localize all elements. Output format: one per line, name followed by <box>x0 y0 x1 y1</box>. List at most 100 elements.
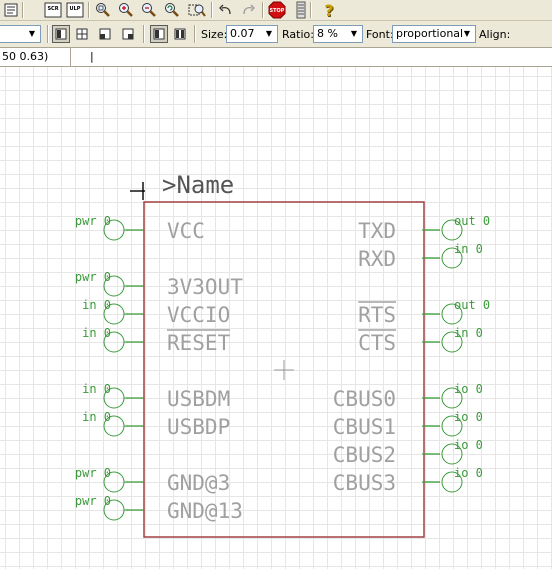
chevron-down-icon: ▼ <box>350 29 358 38</box>
pin-name-label: GND@13 <box>167 499 243 523</box>
pin-direction-label: pwr 0 <box>75 270 111 284</box>
wire-style-button-3[interactable] <box>96 25 114 43</box>
pin-name-label: CBUS1 <box>333 415 396 439</box>
stop-icon[interactable]: STOP <box>268 1 286 19</box>
pin-name-label: RESET <box>167 331 231 355</box>
pin-direction-label: pwr 0 <box>75 494 111 508</box>
drawing-canvas[interactable]: >Name pwr 0 VCC pwr 0 3V3OUT in 0 VCCIO in 0 RE… <box>0 67 552 569</box>
name-origin-marker <box>130 182 145 200</box>
pin-name-label: CBUS3 <box>333 471 396 495</box>
pin-direction-label: io 0 <box>454 382 483 396</box>
pin-vcc[interactable]: pwr 0 VCC <box>75 214 205 243</box>
zoom-in-icon[interactable] <box>117 1 135 19</box>
zoom-fit-icon[interactable] <box>94 1 112 19</box>
main-toolbar: SCR ULP STOP ? <box>0 0 552 21</box>
pin-direction-label: in 0 <box>82 298 111 312</box>
pin-direction-label: in 0 <box>454 242 483 256</box>
size-label: Size: <box>201 28 228 41</box>
pin-3v3out[interactable]: pwr 0 3V3OUT <box>75 270 243 299</box>
pin-direction-label: io 0 <box>454 466 483 480</box>
ulp-icon[interactable]: ULP <box>66 1 84 19</box>
go-icon[interactable] <box>292 1 310 19</box>
pin-direction-label: pwr 0 <box>75 214 111 228</box>
toolbar-separator <box>47 25 48 43</box>
origin-crosshair <box>274 360 294 380</box>
pin-cbus0[interactable]: io 0 CBUS0 <box>333 382 483 411</box>
pin-name-label: GND@3 <box>167 471 230 495</box>
pin-cts[interactable]: in 0 CTS <box>358 326 483 355</box>
size-value: 0.07 <box>230 27 255 40</box>
pin-usbdm[interactable]: in 0 USBDM <box>82 382 230 411</box>
pin-name-label: VCCIO <box>167 303 230 327</box>
pin-gnd-at-13[interactable]: pwr 0 GND@13 <box>75 494 243 523</box>
layer-select[interactable]: ▼ <box>0 25 41 43</box>
toolbar-separator <box>22 2 23 18</box>
pin-name-label: VCC <box>167 219 205 243</box>
pin-direction-label: out 0 <box>454 214 490 228</box>
font-label: Font: <box>366 28 394 41</box>
parameter-toolbar: ▼ Size: 0.07 ▼ Ratio: 8 % ▼ Font: propor… <box>0 21 552 48</box>
pin-name-label: TXD <box>358 219 396 243</box>
pin-name-label: CTS <box>358 331 396 355</box>
pin-direction-label: io 0 <box>454 410 483 424</box>
pin-usbdp[interactable]: in 0 USBDP <box>82 410 230 439</box>
command-bar: 50 0.63) | <box>0 48 552 67</box>
wire-style-button-4[interactable] <box>119 25 137 43</box>
scr-icon[interactable]: SCR <box>44 1 62 19</box>
pin-cbus1[interactable]: io 0 CBUS1 <box>333 410 483 439</box>
pin-direction-label: in 0 <box>454 326 483 340</box>
align-label: Align: <box>479 28 511 41</box>
pin-vccio[interactable]: in 0 VCCIO <box>82 298 230 327</box>
size-select[interactable]: 0.07 ▼ <box>226 25 278 43</box>
pin-gnd-at-3[interactable]: pwr 0 GND@3 <box>75 466 230 495</box>
toolbar-separator <box>262 2 263 18</box>
symbol-name-label[interactable]: >Name <box>162 171 234 199</box>
pin-direction-label: in 0 <box>82 382 111 396</box>
ratio-select[interactable]: 8 % ▼ <box>313 25 363 43</box>
pin-cbus3[interactable]: io 0 CBUS3 <box>333 466 483 495</box>
toolbar-separator <box>211 2 212 18</box>
font-value: proportional <box>396 27 464 40</box>
pin-reset[interactable]: in 0 RESET <box>82 326 230 355</box>
bend-style-button-2[interactable] <box>171 25 189 43</box>
zoom-redraw-icon[interactable] <box>163 1 181 19</box>
coordinate-display: 50 0.63) <box>2 50 49 63</box>
scr-icon-label: SCR <box>47 6 58 12</box>
redo-icon[interactable] <box>239 1 257 19</box>
zoom-select-icon[interactable] <box>188 1 206 19</box>
symbol-drawing: >Name pwr 0 VCC pwr 0 3V3OUT in 0 VCCIO in 0 RE… <box>75 171 490 538</box>
pin-direction-label: io 0 <box>454 438 483 452</box>
ratio-label: Ratio: <box>282 28 314 41</box>
ulp-icon-label: ULP <box>70 6 81 12</box>
ratio-value: 8 % <box>317 27 338 40</box>
left-pins: pwr 0 VCCpwr 0 3V3OUTin 0 VCCIOin 0 RESETin … <box>75 214 243 523</box>
pin-name-label: RTS <box>358 303 396 327</box>
chevron-down-icon: ▼ <box>28 29 36 38</box>
undo-icon[interactable] <box>217 1 235 19</box>
help-icon[interactable]: ? <box>320 1 338 20</box>
pin-rxd[interactable]: in 0 RXD <box>358 242 483 271</box>
command-input[interactable]: | <box>90 50 94 63</box>
pin-name-label: CBUS0 <box>333 387 396 411</box>
pin-direction-label: out 0 <box>454 298 490 312</box>
font-select[interactable]: proportional ▼ <box>392 25 476 43</box>
toolbar-separator <box>310 2 311 18</box>
wire-style-button-2[interactable] <box>73 25 91 43</box>
wire-style-button-1[interactable] <box>52 25 70 43</box>
command-divider <box>70 48 71 66</box>
pin-cbus2[interactable]: io 0 CBUS2 <box>333 438 483 467</box>
chevron-down-icon: ▼ <box>463 29 471 38</box>
pin-name-label: 3V3OUT <box>167 275 243 299</box>
toolbar-separator <box>194 25 195 43</box>
zoom-out-icon[interactable] <box>140 1 158 19</box>
pin-name-label: USBDM <box>167 387 230 411</box>
right-pins: out 0TXDin 0RXDout 0RTSin 0CTSio 0CBUS0i… <box>333 214 490 495</box>
bend-style-button-1[interactable] <box>150 25 168 43</box>
script-icon[interactable] <box>2 1 20 19</box>
pin-direction-label: in 0 <box>82 326 111 340</box>
toolbar-separator <box>143 25 144 43</box>
pin-direction-label: in 0 <box>82 410 111 424</box>
stop-icon-label: STOP <box>270 8 285 14</box>
toolbar-separator <box>88 2 89 18</box>
pin-name-label: USBDP <box>167 415 230 439</box>
